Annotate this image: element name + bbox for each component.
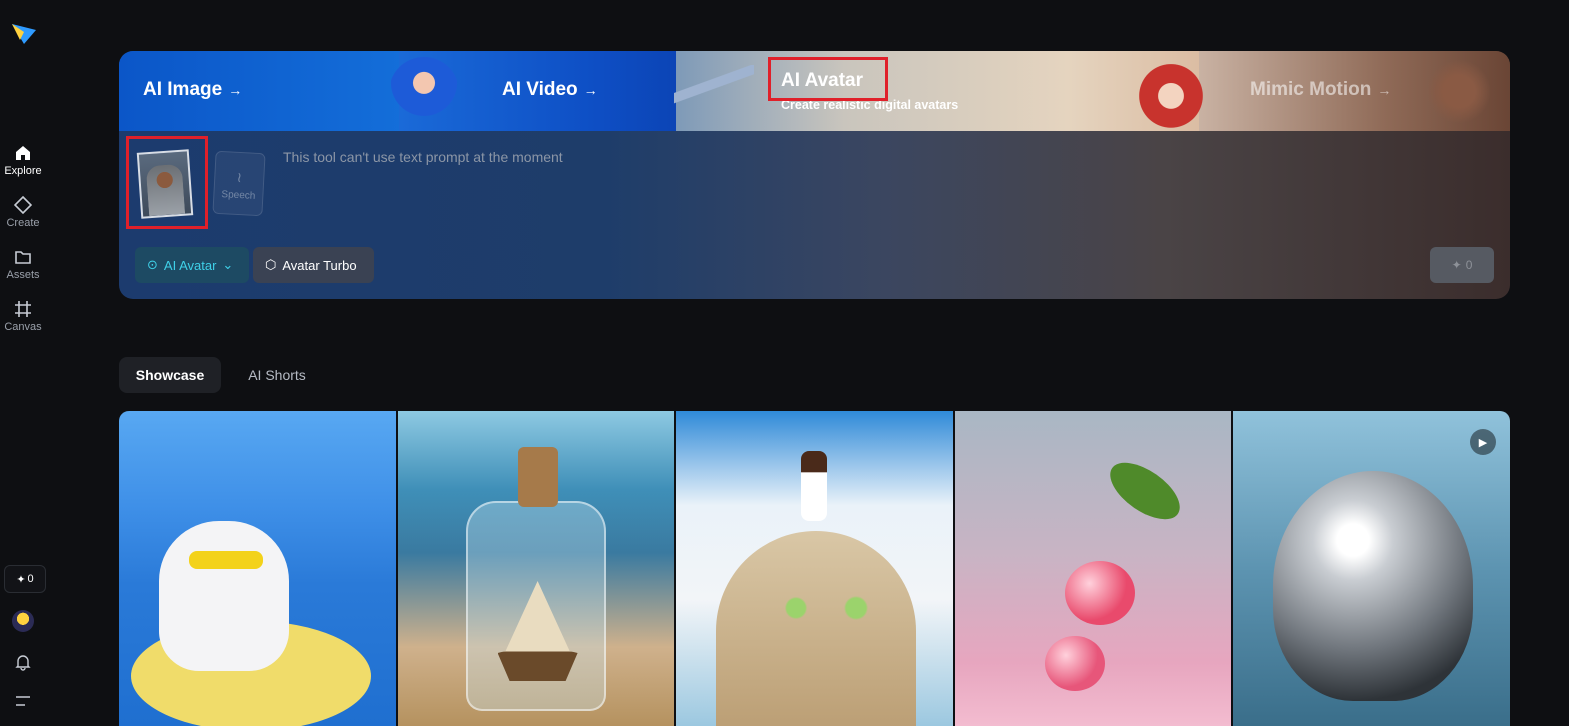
credits-button[interactable]: ✦ 0: [4, 565, 46, 593]
girl-illustration-shape: [801, 451, 828, 521]
sidebar-item-explore[interactable]: Explore: [0, 144, 46, 177]
tab-ai-image[interactable]: AI Image →: [143, 79, 242, 101]
tab-mimic-motion[interactable]: Mimic Motion →: [1250, 79, 1391, 101]
speech-label: Speech: [221, 189, 256, 202]
tab-label: Mimic Motion: [1250, 79, 1372, 100]
logo-icon[interactable]: [10, 18, 38, 46]
gallery-card[interactable]: [119, 411, 396, 726]
tab-showcase[interactable]: Showcase: [119, 357, 221, 393]
menu-icon[interactable]: [14, 694, 32, 708]
showcase-gallery: ▶: [119, 411, 1510, 726]
tab-label: AI Image: [143, 79, 223, 100]
red-hair-girl-image: [1133, 53, 1209, 131]
tab-label: AI Video: [502, 79, 578, 100]
leaf-shape: [1100, 451, 1190, 531]
avatar-turbo-button[interactable]: ⬡ Avatar Turbo: [253, 247, 374, 283]
white-cat-shape: [159, 521, 289, 671]
model-label: AI Avatar: [163, 257, 217, 273]
credits-count: 0: [27, 573, 34, 585]
sunglasses-shape: [189, 551, 263, 569]
sidebar-item-canvas[interactable]: Canvas: [0, 300, 46, 333]
sidebar-item-label: Create: [6, 217, 40, 229]
folder-icon: [15, 251, 31, 264]
highlight-box-photo: [126, 136, 208, 229]
crop-icon: [15, 301, 31, 317]
mimic-figure-image: [1424, 59, 1494, 131]
prompt-input[interactable]: This tool can't use text prompt at the m…: [283, 149, 563, 165]
chrome-tulip-shape: [1273, 471, 1474, 701]
hero-panel: AI Image → AI Video → AI Avatar Create r…: [119, 51, 1510, 299]
sidebar-item-create[interactable]: Create: [0, 196, 46, 229]
tab-ai-video[interactable]: AI Video →: [502, 79, 598, 101]
jet-image: [674, 65, 754, 105]
user-avatar[interactable]: [12, 610, 34, 632]
tool-tabs: AI Image → AI Video → AI Avatar Create r…: [119, 51, 1510, 131]
gallery-card[interactable]: [954, 411, 1232, 726]
sparkle-icon: ✦: [16, 573, 26, 586]
generate-cost: 0: [1465, 258, 1473, 272]
sidebar-item-label: Canvas: [4, 321, 42, 333]
gallery-card[interactable]: [676, 411, 953, 726]
arrow-right-icon: →: [228, 82, 243, 98]
bell-icon[interactable]: [14, 653, 32, 671]
avatar-mode-icon: ⊙: [147, 257, 158, 272]
gallery-card[interactable]: [397, 411, 675, 726]
speech-upload-card[interactable]: ≀ Speech: [212, 150, 266, 217]
cherry-shape: [1044, 636, 1105, 691]
arrow-right-icon: →: [583, 82, 598, 98]
audio-wave-icon: ≀: [236, 168, 243, 186]
tab-ai-shorts[interactable]: AI Shorts: [233, 357, 321, 393]
turbo-label: Avatar Turbo: [282, 257, 357, 273]
gallery-card[interactable]: ▶: [1233, 411, 1510, 726]
sidebar: Explore Create Assets Canvas ✦ 0: [0, 0, 46, 726]
model-select-button[interactable]: ⊙ AI Avatar ⌄: [135, 247, 249, 283]
sidebar-item-label: Assets: [6, 269, 40, 281]
blue-hair-girl-image: [389, 57, 459, 131]
play-icon[interactable]: ▶: [1469, 429, 1496, 455]
cat-illustration-shape: [716, 531, 917, 726]
cube-icon: ⬡: [265, 257, 277, 272]
generate-button[interactable]: ✦ 0: [1430, 247, 1494, 283]
diamond-icon: [14, 196, 32, 214]
chevron-down-icon: ⌄: [222, 257, 234, 272]
home-icon: [16, 146, 30, 160]
sparkle-icon: ✦: [1451, 258, 1462, 272]
highlight-box-tab: [768, 57, 888, 101]
cherry-shape: [1064, 561, 1135, 625]
arrow-right-icon: →: [1377, 82, 1392, 98]
sidebar-item-assets[interactable]: Assets: [0, 248, 46, 281]
cork-shape: [517, 447, 558, 507]
sidebar-item-label: Explore: [4, 165, 42, 177]
